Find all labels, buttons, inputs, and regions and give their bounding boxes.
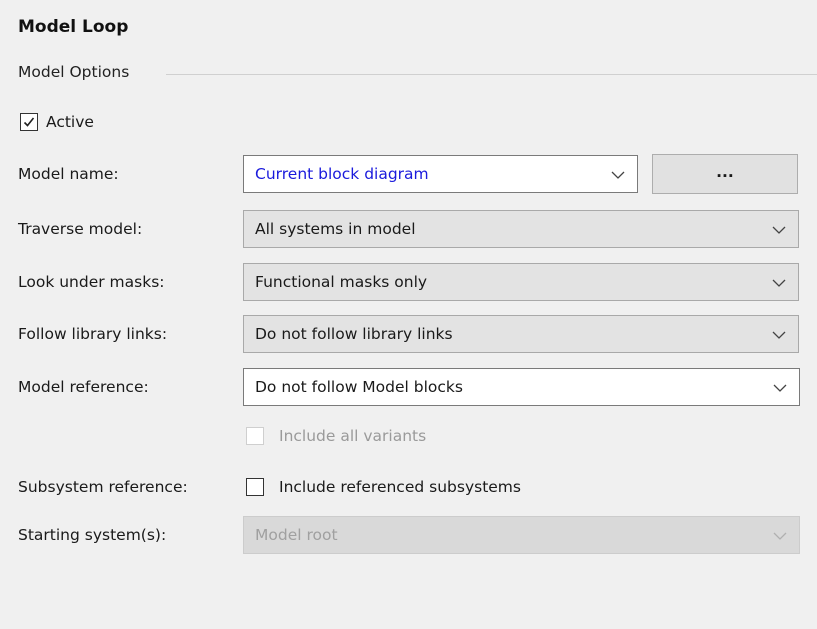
chevron-down-icon	[773, 532, 787, 540]
active-checkbox[interactable]	[20, 113, 38, 131]
look-under-masks-label: Look under masks:	[18, 273, 165, 291]
model-loop-panel: Model Loop Model Options Active Model na…	[0, 0, 817, 629]
starting-systems-label: Starting system(s):	[18, 526, 167, 544]
include-all-variants-checkbox[interactable]	[246, 427, 264, 445]
group-divider	[166, 74, 817, 75]
include-referenced-subsystems-checkbox[interactable]	[246, 478, 264, 496]
chevron-down-icon	[772, 226, 786, 234]
include-all-variants-label: Include all variants	[279, 427, 427, 445]
model-reference-value: Do not follow Model blocks	[255, 378, 463, 396]
traverse-model-label: Traverse model:	[18, 220, 143, 238]
subsystem-reference-label: Subsystem reference:	[18, 478, 188, 496]
model-reference-label: Model reference:	[18, 378, 149, 396]
follow-library-links-value: Do not follow library links	[255, 325, 453, 343]
group-label-model-options: Model Options	[18, 63, 130, 81]
include-referenced-subsystems-label: Include referenced subsystems	[279, 478, 521, 496]
model-name-label: Model name:	[18, 165, 119, 183]
follow-library-links-label: Follow library links:	[18, 325, 168, 343]
chevron-down-icon	[772, 279, 786, 287]
check-icon	[23, 117, 35, 127]
look-under-masks-value: Functional masks only	[255, 273, 428, 291]
browse-model-button[interactable]: ...	[652, 154, 798, 194]
model-reference-dropdown[interactable]: Do not follow Model blocks	[243, 368, 800, 406]
traverse-model-value: All systems in model	[255, 220, 416, 238]
panel-title: Model Loop	[18, 17, 129, 37]
traverse-model-dropdown[interactable]: All systems in model	[243, 210, 799, 248]
active-label: Active	[46, 113, 94, 131]
starting-systems-dropdown[interactable]: Model root	[243, 516, 800, 554]
chevron-down-icon	[611, 171, 625, 179]
model-name-value: Current block diagram	[255, 165, 429, 183]
starting-systems-value: Model root	[255, 526, 338, 544]
look-under-masks-dropdown[interactable]: Functional masks only	[243, 263, 799, 301]
follow-library-links-dropdown[interactable]: Do not follow library links	[243, 315, 799, 353]
model-name-dropdown[interactable]: Current block diagram	[243, 155, 638, 193]
chevron-down-icon	[772, 331, 786, 339]
chevron-down-icon	[773, 384, 787, 392]
